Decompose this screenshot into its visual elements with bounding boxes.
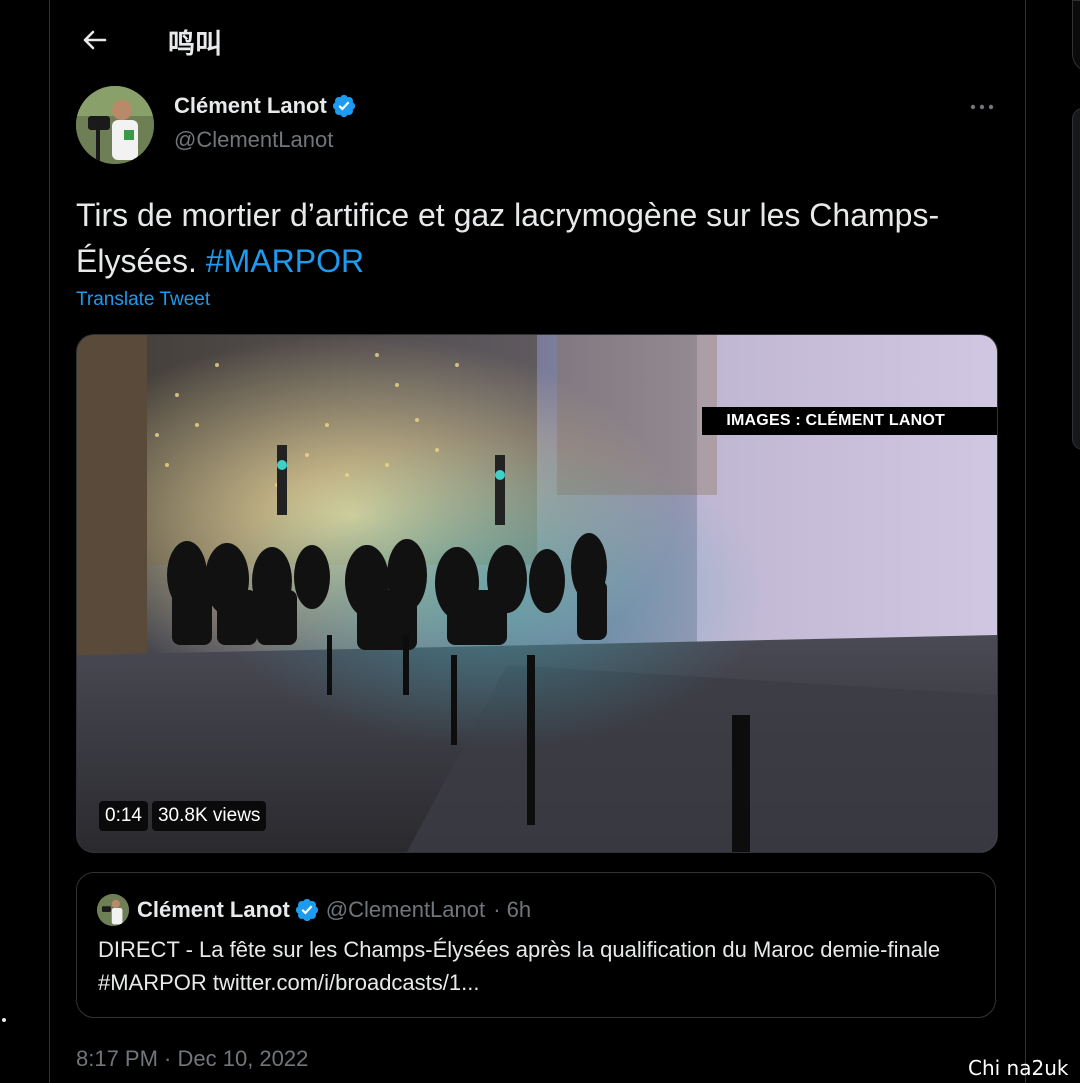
author-handle[interactable]: @ClementLanot	[174, 127, 333, 153]
sidebar-search-edge[interactable]	[1072, 0, 1080, 72]
back-button[interactable]	[79, 24, 111, 56]
quoted-tweet[interactable]: Clément Lanot @ClementLanot · 6h DIRECT -…	[76, 872, 996, 1018]
page-title: 鸣叫	[168, 29, 222, 60]
hashtag-link[interactable]: #MARPOR	[206, 243, 364, 279]
author-name[interactable]: Clément Lanot	[174, 93, 357, 119]
watermark: Chi na2uk	[968, 1056, 1069, 1080]
tweet-timestamp[interactable]: 8:17 PM · Dec 10, 2022	[76, 1046, 308, 1072]
video-stats: 0:14 30.8K views	[99, 801, 267, 831]
more-dots-icon	[970, 104, 994, 110]
quoted-author-handle: @ClementLanot	[325, 897, 486, 922]
quoted-header: Clément Lanot @ClementLanot · 6h	[137, 897, 531, 923]
arrow-left-icon	[83, 30, 107, 50]
quoted-avatar[interactable]	[97, 894, 129, 926]
translate-tweet-link[interactable]: Translate Tweet	[76, 289, 210, 311]
verified-badge-icon	[332, 94, 355, 118]
author-name-text[interactable]: Clément Lanot	[174, 93, 327, 118]
video-views: 30.8K views	[151, 801, 267, 831]
quoted-age: · 6h	[493, 897, 532, 922]
avatar[interactable]	[76, 86, 154, 164]
video-player[interactable]: IMAGES : CLÉMENT LANOT 0:14 30.8K views	[76, 334, 998, 853]
video-credit-overlay: IMAGES : CLÉMENT LANOT	[702, 407, 997, 435]
avatar-image	[76, 86, 154, 164]
quoted-avatar-image	[97, 894, 129, 926]
stray-dot	[2, 1018, 6, 1022]
more-options-button[interactable]	[966, 96, 998, 118]
video-duration: 0:14	[99, 801, 148, 831]
quoted-author-name: Clément Lanot	[137, 897, 290, 922]
quoted-text: DIRECT - La fête sur les Champs-Élysées …	[98, 937, 941, 995]
tweet-text: Tirs de mortier d’artifice et gaz lacrym…	[76, 192, 976, 284]
quoted-verified-badge-icon	[295, 898, 318, 922]
sidebar-card-edge	[1072, 108, 1080, 450]
